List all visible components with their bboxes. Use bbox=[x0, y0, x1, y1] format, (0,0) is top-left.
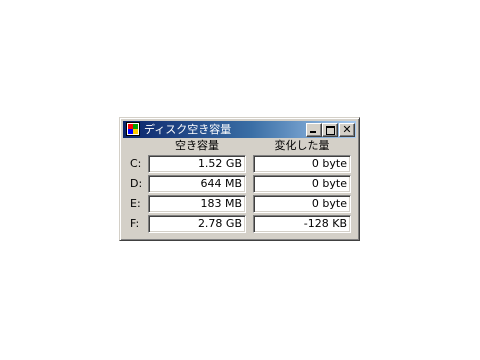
drive-row-c: C: 1.52 GB 0 byte bbox=[120, 155, 358, 173]
maximize-icon bbox=[326, 126, 335, 135]
drive-label: C: bbox=[130, 157, 142, 170]
free-space-field[interactable]: 644 MB bbox=[148, 175, 246, 193]
drive-row-f: F: 2.78 GB -128 KB bbox=[120, 215, 358, 233]
drive-row-d: D: 644 MB 0 byte bbox=[120, 175, 358, 193]
free-space-column-header: 空き容量 bbox=[175, 139, 219, 152]
free-space-field[interactable]: 2.78 GB bbox=[148, 215, 246, 233]
drive-row-e: E: 183 MB 0 byte bbox=[120, 195, 358, 213]
minimize-button[interactable] bbox=[306, 123, 322, 137]
disk-space-window: ディスク空き容量 ✕ 空き容量 変化した量 C: 1.52 GB 0 byte … bbox=[119, 117, 360, 241]
close-icon: ✕ bbox=[342, 123, 352, 136]
change-field[interactable]: 0 byte bbox=[253, 155, 351, 173]
drive-label: F: bbox=[130, 217, 140, 230]
maximize-button[interactable] bbox=[322, 123, 338, 137]
title-bar[interactable]: ディスク空き容量 ✕ bbox=[123, 121, 356, 138]
free-space-field[interactable]: 183 MB bbox=[148, 195, 246, 213]
change-field[interactable]: 0 byte bbox=[253, 175, 351, 193]
drive-label: E: bbox=[130, 197, 141, 210]
free-space-field[interactable]: 1.52 GB bbox=[148, 155, 246, 173]
change-column-header: 変化した量 bbox=[274, 139, 330, 152]
window-title: ディスク空き容量 bbox=[144, 123, 232, 136]
change-field[interactable]: -128 KB bbox=[253, 215, 351, 233]
minimize-icon bbox=[310, 131, 316, 133]
drive-label: D: bbox=[130, 177, 143, 190]
change-field[interactable]: 0 byte bbox=[253, 195, 351, 213]
close-button[interactable]: ✕ bbox=[339, 123, 355, 137]
app-icon[interactable] bbox=[126, 122, 140, 136]
